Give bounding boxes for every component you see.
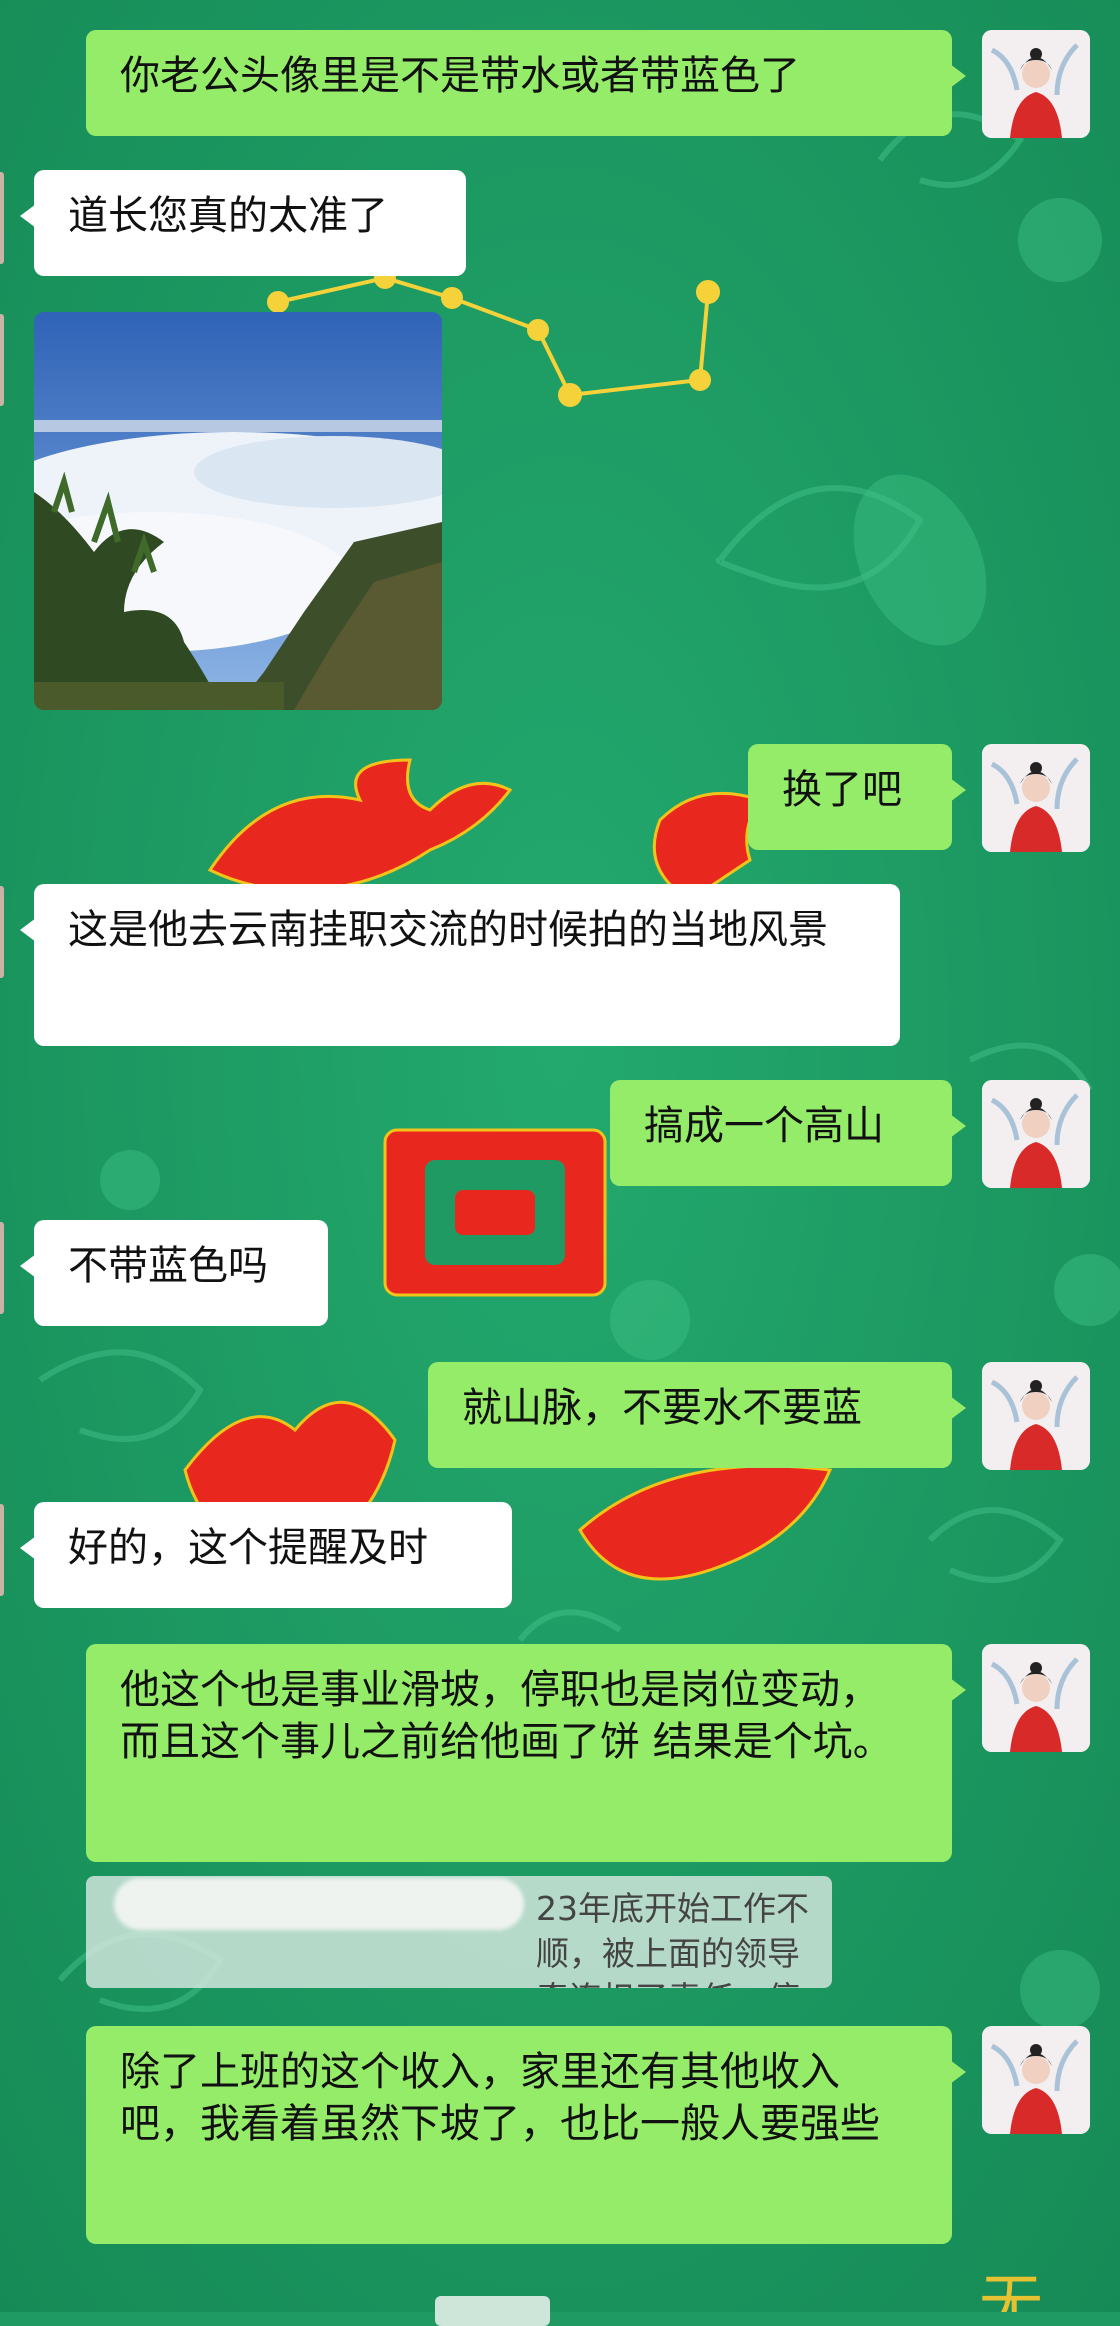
message-bubble-sent[interactable]: 就山脉，不要水不要蓝 xyxy=(428,1362,966,1468)
message-text: 搞成一个高山 xyxy=(644,1103,884,1149)
self-avatar[interactable] xyxy=(982,1080,1090,1188)
quoted-text: 23年底开始工作不顺，被上面的领导牵连担了责任，停职了一… xyxy=(536,1889,809,1988)
message-bubble-received[interactable]: 不带蓝色吗 xyxy=(20,1220,328,1326)
message-text: 道长您真的太准了 xyxy=(68,193,388,239)
avatar-portrait-icon xyxy=(982,1362,1090,1470)
peer-avatar-edge[interactable] xyxy=(0,1504,4,1596)
message-bubble-sent[interactable]: 你老公头像里是不是带水或者带蓝色了 xyxy=(86,30,966,136)
avatar-portrait-icon xyxy=(982,2026,1090,2134)
message-text: 就山脉，不要水不要蓝 xyxy=(462,1385,862,1431)
message-bubble-sent[interactable]: 搞成一个高山 xyxy=(610,1080,966,1186)
wallpaper-calligraphy: 无盡 xyxy=(968,2270,1042,2312)
avatar-portrait-icon xyxy=(982,1644,1090,1752)
avatar-portrait-icon xyxy=(982,30,1090,138)
timestamp-chip xyxy=(435,2296,550,2326)
message-bubble-received[interactable]: 道长您真的太准了 xyxy=(20,170,466,276)
quoted-message[interactable]: 23年底开始工作不顺，被上面的领导牵连担了责任，停职了一… xyxy=(86,1876,832,1988)
message-text: 好的，这个提醒及时 xyxy=(68,1525,428,1571)
message-bubble-received[interactable]: 这是他去云南挂职交流的时候拍的当地风景 xyxy=(20,884,900,1046)
self-avatar[interactable] xyxy=(982,744,1090,852)
message-bubble-received[interactable]: 好的，这个提醒及时 xyxy=(20,1502,512,1608)
avatar-portrait-icon xyxy=(982,1080,1090,1188)
peer-avatar-edge[interactable] xyxy=(0,1222,4,1314)
message-text: 你老公头像里是不是带水或者带蓝色了 xyxy=(120,53,800,99)
message-image-received[interactable] xyxy=(34,312,442,710)
self-avatar[interactable] xyxy=(982,30,1090,138)
peer-avatar-edge[interactable] xyxy=(0,314,4,406)
peer-avatar-edge[interactable] xyxy=(0,172,4,264)
message-text: 不带蓝色吗 xyxy=(68,1243,268,1289)
message-text: 这是他去云南挂职交流的时候拍的当地风景 xyxy=(68,907,828,953)
message-text: 换了吧 xyxy=(782,767,902,813)
message-text: 他这个也是事业滑坡，停职也是岗位变动，而且这个事儿之前给他画了饼 结果是个坑。 xyxy=(120,1667,893,1765)
peer-avatar-edge[interactable] xyxy=(0,886,4,978)
message-bubble-sent[interactable]: 换了吧 xyxy=(748,744,966,850)
mountain-cloud-photo xyxy=(34,312,442,710)
avatar-portrait-icon xyxy=(982,744,1090,852)
self-avatar[interactable] xyxy=(982,1362,1090,1470)
self-avatar[interactable] xyxy=(982,1644,1090,1752)
message-bubble-sent[interactable]: 除了上班的这个收入，家里还有其他收入吧，我看着虽然下坡了，也比一般人要强些 xyxy=(86,2026,966,2244)
self-avatar[interactable] xyxy=(982,2026,1090,2134)
message-bubble-sent[interactable]: 他这个也是事业滑坡，停职也是岗位变动，而且这个事儿之前给他画了饼 结果是个坑。 xyxy=(86,1644,966,1862)
message-text: 除了上班的这个收入，家里还有其他收入吧，我看着虽然下坡了，也比一般人要强些 xyxy=(120,2049,880,2147)
